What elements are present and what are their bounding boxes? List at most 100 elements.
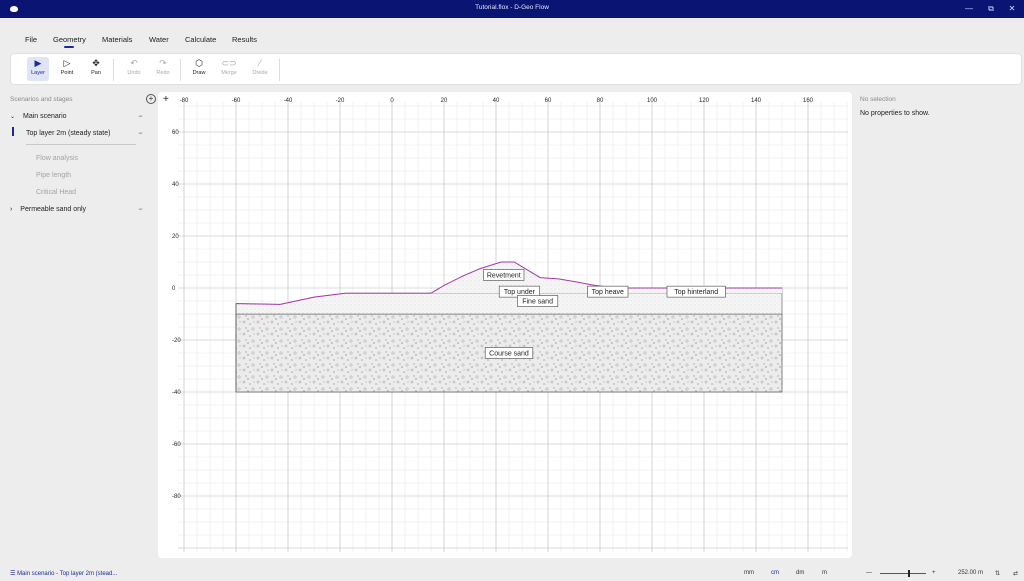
menu-materials[interactable]: Materials bbox=[102, 35, 132, 44]
y-tick-label: 60 bbox=[172, 130, 179, 136]
stage-top-layer[interactable]: Top layer 2m (steady state) bbox=[26, 130, 110, 137]
y-tick-label: 0 bbox=[172, 286, 176, 292]
y-tick-label: -20 bbox=[172, 338, 181, 344]
main-scenario-menu-button[interactable]: ··· bbox=[138, 113, 143, 120]
stage-menu-button[interactable]: ··· bbox=[138, 130, 143, 137]
menu-calculate[interactable]: Calculate bbox=[185, 35, 216, 44]
x-tick-label: 20 bbox=[441, 98, 448, 104]
active-menu-indicator bbox=[64, 46, 74, 48]
polygon-icon: ⬡ bbox=[195, 58, 203, 68]
x-tick-label: 0 bbox=[390, 98, 394, 104]
zoom-in-button[interactable]: + bbox=[932, 570, 936, 576]
add-scenario-button[interactable]: + bbox=[146, 94, 156, 104]
x-tick-label: 40 bbox=[493, 98, 500, 104]
snap-icon[interactable]: ⇅ bbox=[995, 570, 1000, 577]
y-tick-label: 20 bbox=[172, 234, 179, 240]
toolbar: ▶ Layer ▷ Point ✥ Pan ↶ Undo ↷ Redo ⬡ Dr… bbox=[10, 53, 1022, 85]
unit-mm[interactable]: mm bbox=[744, 570, 754, 576]
geometry-canvas[interactable]: Revetment Top under Fine sand Top heave Top … bbox=[158, 92, 852, 558]
x-tick-label: 60 bbox=[545, 98, 552, 104]
merge-icon: ⊂⊃ bbox=[221, 58, 237, 68]
list-icon: ☰ bbox=[10, 571, 16, 577]
unit-m[interactable]: m bbox=[822, 570, 827, 576]
top-hinterland-label[interactable]: Top hinterland bbox=[674, 289, 718, 296]
y-tick-label: 40 bbox=[172, 182, 179, 188]
toolbar-divider bbox=[279, 59, 280, 81]
point-tool-button[interactable]: ▷ Point bbox=[56, 57, 78, 81]
chevron-down-icon[interactable]: ⌄ bbox=[10, 114, 15, 120]
y-tick-label: -80 bbox=[172, 494, 181, 500]
toolbar-divider bbox=[180, 59, 181, 81]
draw-button[interactable]: ⬡ Draw bbox=[188, 57, 210, 81]
move-icon: ✥ bbox=[92, 58, 100, 68]
y-tick-label: -40 bbox=[172, 390, 181, 396]
menu-water[interactable]: Water bbox=[149, 35, 169, 44]
divide-button[interactable]: ⁄ Divide bbox=[249, 57, 271, 81]
status-bar: ☰ Main scenario - Top layer 2m (stead...… bbox=[0, 566, 1024, 581]
pan-tool-label: Pan bbox=[91, 70, 101, 76]
menu-bar: File Geometry Materials Water Calculate … bbox=[0, 18, 1024, 52]
redo-icon: ↷ bbox=[159, 58, 167, 68]
second-scenario-menu-button[interactable]: ··· bbox=[138, 206, 143, 213]
x-tick-label: -40 bbox=[284, 98, 293, 104]
undo-label: Undo bbox=[127, 70, 141, 76]
main-scenario-label: Main scenario bbox=[22, 113, 67, 120]
stage-divider bbox=[26, 144, 136, 145]
unit-cm[interactable]: cm bbox=[771, 570, 779, 576]
pipe-length-item[interactable]: Pipe length bbox=[36, 172, 71, 179]
x-tick-label: -80 bbox=[180, 98, 189, 104]
x-tick-label: 80 bbox=[597, 98, 604, 104]
properties-panel: No selection No properties to show. bbox=[858, 92, 1018, 562]
divide-label: Divide bbox=[252, 70, 268, 76]
pan-tool-button[interactable]: ✥ Pan bbox=[85, 57, 107, 81]
undo-icon: ↶ bbox=[130, 58, 138, 68]
revetment-label[interactable]: Revetment bbox=[487, 273, 521, 280]
x-tick-label: 160 bbox=[803, 98, 814, 104]
critical-head-item[interactable]: Critical Head bbox=[36, 189, 76, 196]
undo-button[interactable]: ↶ Undo bbox=[123, 57, 145, 81]
fine-sand-label[interactable]: Fine sand bbox=[522, 299, 553, 306]
soil-layers[interactable] bbox=[235, 261, 783, 393]
second-scenario-label: Permeable sand only bbox=[20, 206, 87, 213]
layer-tool-button[interactable]: ▶ Layer bbox=[27, 57, 49, 81]
merge-button[interactable]: ⊂⊃ Merge bbox=[218, 57, 240, 81]
zoom-plus-icon[interactable]: + bbox=[163, 94, 169, 105]
title-bar: Tutorial.flox - D-Geo Flow — ⧉ ✕ bbox=[0, 0, 1024, 18]
x-tick-label: 120 bbox=[699, 98, 710, 104]
toolbar-divider bbox=[113, 59, 114, 81]
divide-icon: ⁄ bbox=[259, 58, 261, 68]
zoom-slider-track[interactable] bbox=[880, 570, 926, 577]
point-tool-label: Point bbox=[60, 70, 74, 76]
main-scenario-row[interactable]: ⌄ Main scenario bbox=[10, 113, 67, 120]
geometry-svg[interactable]: Revetment Top under Fine sand Top heave Top … bbox=[158, 92, 852, 558]
chevron-right-icon[interactable]: › bbox=[10, 206, 12, 213]
breadcrumb[interactable]: ☰ Main scenario - Top layer 2m (stead... bbox=[10, 570, 117, 577]
minimize-button[interactable]: — bbox=[962, 3, 976, 15]
course-sand-label[interactable]: Course sand bbox=[489, 351, 529, 358]
scenarios-header: Scenarios and stages bbox=[10, 96, 73, 103]
cursor-icon: ▶ bbox=[34, 58, 42, 68]
zoom-slider-thumb[interactable] bbox=[907, 570, 910, 577]
menu-file[interactable]: File bbox=[25, 35, 37, 44]
zoom-value: 252.00 m bbox=[958, 570, 984, 576]
unit-dm[interactable]: dm bbox=[796, 570, 804, 576]
redo-button[interactable]: ↷ Redo bbox=[152, 57, 174, 81]
selected-stage-indicator bbox=[12, 127, 14, 136]
properties-title: No selection bbox=[860, 96, 896, 103]
top-heave-label[interactable]: Top heave bbox=[592, 289, 624, 296]
properties-message: No properties to show. bbox=[860, 110, 930, 117]
flow-analysis-item[interactable]: Flow analysis bbox=[36, 155, 78, 162]
top-under-label[interactable]: Top under bbox=[504, 289, 536, 296]
draw-label: Draw bbox=[192, 70, 206, 76]
restore-button[interactable]: ⧉ bbox=[984, 3, 998, 15]
breadcrumb-text: Main scenario - Top layer 2m (stead... bbox=[17, 571, 118, 577]
menu-geometry[interactable]: Geometry bbox=[53, 35, 86, 44]
arrows-icon[interactable]: ⇄ bbox=[1013, 570, 1018, 577]
x-tick-label: -20 bbox=[336, 98, 345, 104]
menu-results[interactable]: Results bbox=[232, 35, 257, 44]
cursor-outline-icon: ▷ bbox=[63, 58, 71, 68]
zoom-out-button[interactable]: — bbox=[866, 570, 872, 576]
redo-label: Redo bbox=[156, 70, 170, 76]
second-scenario-row[interactable]: › Permeable sand only bbox=[10, 206, 86, 213]
close-button[interactable]: ✕ bbox=[1005, 3, 1019, 15]
